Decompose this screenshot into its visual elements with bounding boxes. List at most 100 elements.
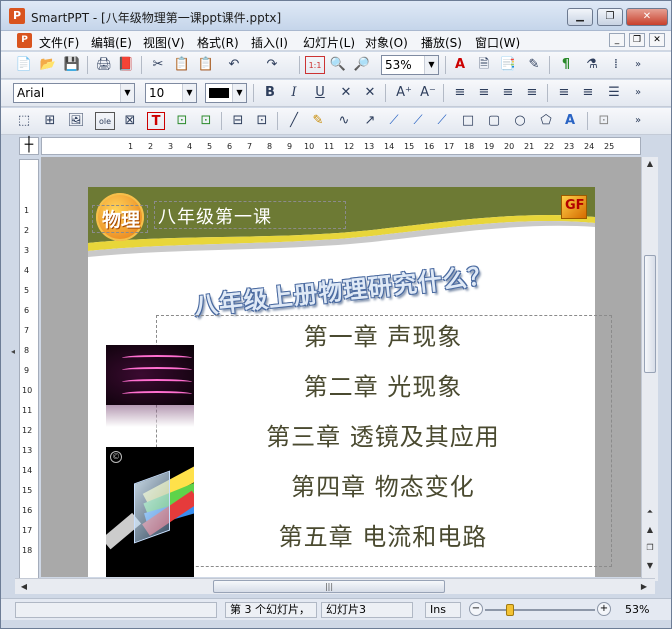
menu-format[interactable]: 格式(R) bbox=[197, 34, 239, 51]
notes-icon[interactable]: 📑 bbox=[499, 56, 517, 74]
zoom-slider-track[interactable] bbox=[485, 609, 595, 611]
chart-icon[interactable]: ⁞ bbox=[607, 56, 625, 74]
minimize-button[interactable]: ▁ bbox=[567, 8, 593, 26]
table-icon[interactable]: ⊞ bbox=[41, 112, 59, 130]
align-right-button[interactable]: ≡ bbox=[499, 84, 517, 102]
pdf-icon[interactable]: 📕 bbox=[117, 56, 135, 74]
strikethrough-button[interactable]: ✕ bbox=[337, 84, 355, 102]
menu-slide[interactable]: 幻灯片(L) bbox=[303, 34, 355, 51]
connector-icon[interactable]: ⟋ bbox=[385, 112, 403, 130]
zoom-in-button[interactable]: + bbox=[597, 602, 611, 616]
line-icon[interactable]: ╱ bbox=[285, 112, 303, 130]
media-icon[interactable]: ⊡ bbox=[253, 112, 271, 130]
decrease-font-button[interactable]: A⁻ bbox=[417, 84, 439, 102]
paragraph-icon[interactable]: ¶ bbox=[557, 56, 575, 74]
open-icon[interactable]: 📂 bbox=[39, 56, 57, 74]
menu-play[interactable]: 播放(S) bbox=[421, 34, 462, 51]
chevron-down-icon[interactable]: ▼ bbox=[424, 56, 438, 74]
scroll-up-icon[interactable]: ▲ bbox=[643, 157, 657, 171]
more-icon[interactable]: » bbox=[629, 84, 647, 102]
cut-icon[interactable]: ✂ bbox=[149, 56, 167, 74]
ole-object-icon[interactable]: ole bbox=[95, 112, 115, 130]
first-slide-icon[interactable]: ⏶ bbox=[643, 505, 657, 519]
font-color-picker[interactable]: ▼ bbox=[205, 83, 247, 103]
print-icon[interactable]: 🖨 bbox=[95, 56, 113, 74]
next-slide-icon[interactable]: ▼ bbox=[643, 559, 657, 573]
text-box-icon[interactable]: A bbox=[451, 56, 469, 74]
paste-icon[interactable]: 📋 bbox=[197, 56, 215, 74]
clear-format-button[interactable]: ✕ bbox=[361, 84, 379, 102]
slide-canvas[interactable]: 物理 八年级第一课 GF 八年级上册物理研究什么？ © 第一章 声现象 第二章 … bbox=[41, 157, 641, 577]
vertical-scroll-thumb[interactable] bbox=[644, 255, 656, 373]
more-icon[interactable]: » bbox=[629, 56, 647, 74]
zoom-out-button[interactable]: − bbox=[469, 602, 483, 616]
horizontal-scrollbar[interactable]: ◀ ||| ▶ bbox=[15, 578, 655, 594]
undo-icon[interactable]: ↶ bbox=[225, 56, 243, 74]
vertical-scrollbar[interactable]: ▲ ⏶ ▲ ❐ ▼ bbox=[641, 157, 658, 581]
menu-object[interactable]: 对象(O) bbox=[365, 34, 408, 51]
new-icon[interactable]: 📄 bbox=[15, 56, 33, 74]
doc-close-button[interactable]: ✕ bbox=[649, 33, 665, 47]
bold-button[interactable]: B bbox=[261, 84, 279, 102]
chevron-down-icon[interactable]: ▼ bbox=[232, 84, 246, 102]
chapter-3[interactable]: 第三章 透镜及其应用 bbox=[213, 417, 553, 452]
more-icon[interactable]: » bbox=[629, 112, 647, 130]
rectangle-icon[interactable]: □ bbox=[459, 112, 477, 130]
menu-edit[interactable]: 编辑(E) bbox=[91, 34, 132, 51]
rounded-rectangle-icon[interactable]: ▢ bbox=[485, 112, 503, 130]
doc-restore-button[interactable]: ❐ bbox=[629, 33, 645, 47]
slide-heading[interactable]: 八年级上册物理研究什么？ bbox=[192, 255, 494, 321]
italic-button[interactable]: I bbox=[285, 84, 303, 102]
align-center-button[interactable]: ≡ bbox=[475, 84, 493, 102]
ellipse-icon[interactable]: ○ bbox=[511, 112, 529, 130]
slide[interactable]: 物理 八年级第一课 GF 八年级上册物理研究什么？ © 第一章 声现象 第二章 … bbox=[88, 187, 612, 577]
arrow-icon[interactable]: ↗ bbox=[361, 112, 379, 130]
duplicate-view-icon[interactable]: ❐ bbox=[643, 541, 657, 555]
chapter-2[interactable]: 第二章 光现象 bbox=[213, 367, 553, 402]
lesson-title[interactable]: 八年级第一课 bbox=[158, 203, 272, 229]
prism-image[interactable]: © bbox=[106, 447, 194, 577]
align-left-button[interactable]: ≡ bbox=[451, 84, 469, 102]
underline-button[interactable]: U bbox=[311, 84, 329, 102]
menu-file[interactable]: 文件(F) bbox=[39, 34, 79, 51]
scroll-right-icon[interactable]: ▶ bbox=[637, 580, 651, 594]
actual-size-icon[interactable]: 1:1 bbox=[305, 56, 325, 74]
green-frame-icon[interactable]: ⊡ bbox=[197, 112, 215, 130]
pencil-icon[interactable]: ✎ bbox=[309, 112, 327, 130]
zoom-select[interactable]: 53% ▼ bbox=[381, 55, 439, 75]
group-icon[interactable]: ⊡ bbox=[595, 112, 613, 130]
ruler-corner-icon[interactable]: ┼ bbox=[19, 137, 39, 155]
zoom-icon[interactable]: 🔎 bbox=[353, 56, 371, 74]
picture-icon[interactable]: 🖼 bbox=[67, 112, 85, 130]
chapter-1[interactable]: 第一章 声现象 bbox=[213, 317, 553, 352]
maximize-button[interactable]: ❐ bbox=[597, 8, 623, 26]
doc-minimize-button[interactable]: _ bbox=[609, 33, 625, 47]
menu-insert[interactable]: 插入(I) bbox=[251, 34, 288, 51]
curved-connector-icon[interactable]: ⟋ bbox=[433, 112, 451, 130]
chevron-down-icon[interactable]: ▼ bbox=[120, 84, 134, 102]
text-frame-icon[interactable]: T bbox=[147, 112, 165, 130]
close-button[interactable]: ✕ bbox=[626, 8, 668, 26]
shapes-icon[interactable]: ⬠ bbox=[537, 112, 555, 130]
select-frame-icon[interactable]: ⬚ bbox=[15, 112, 33, 130]
panel-splitter-icon[interactable]: ◂ bbox=[11, 347, 17, 361]
justify-button[interactable]: ≡ bbox=[523, 84, 541, 102]
curve-icon[interactable]: ∿ bbox=[335, 112, 353, 130]
copy-icon[interactable]: 📋 bbox=[173, 56, 191, 74]
increase-indent-button[interactable]: ≡ bbox=[579, 84, 597, 102]
prev-slide-icon[interactable]: ▲ bbox=[643, 523, 657, 537]
insert-table-icon[interactable]: 🗎 bbox=[475, 56, 493, 74]
redo-icon[interactable]: ↷ bbox=[263, 56, 281, 74]
chevron-down-icon[interactable]: ▼ bbox=[182, 84, 196, 102]
bullet-list-button[interactable]: ☰ bbox=[605, 84, 623, 102]
wordart-icon[interactable]: A bbox=[561, 112, 579, 130]
save-icon[interactable]: 💾 bbox=[63, 56, 81, 74]
zoom-in-icon[interactable]: 🔍 bbox=[329, 56, 347, 74]
format-painter-icon[interactable]: ✎ bbox=[525, 56, 543, 74]
menu-window[interactable]: 窗口(W) bbox=[475, 34, 520, 51]
spellcheck-icon[interactable]: ⚗ bbox=[583, 56, 601, 74]
decrease-indent-button[interactable]: ≡ bbox=[555, 84, 573, 102]
green-frame-icon[interactable]: ⊡ bbox=[173, 112, 191, 130]
font-name-select[interactable]: Arial ▼ bbox=[13, 83, 135, 103]
font-size-select[interactable]: 10 ▼ bbox=[145, 83, 197, 103]
